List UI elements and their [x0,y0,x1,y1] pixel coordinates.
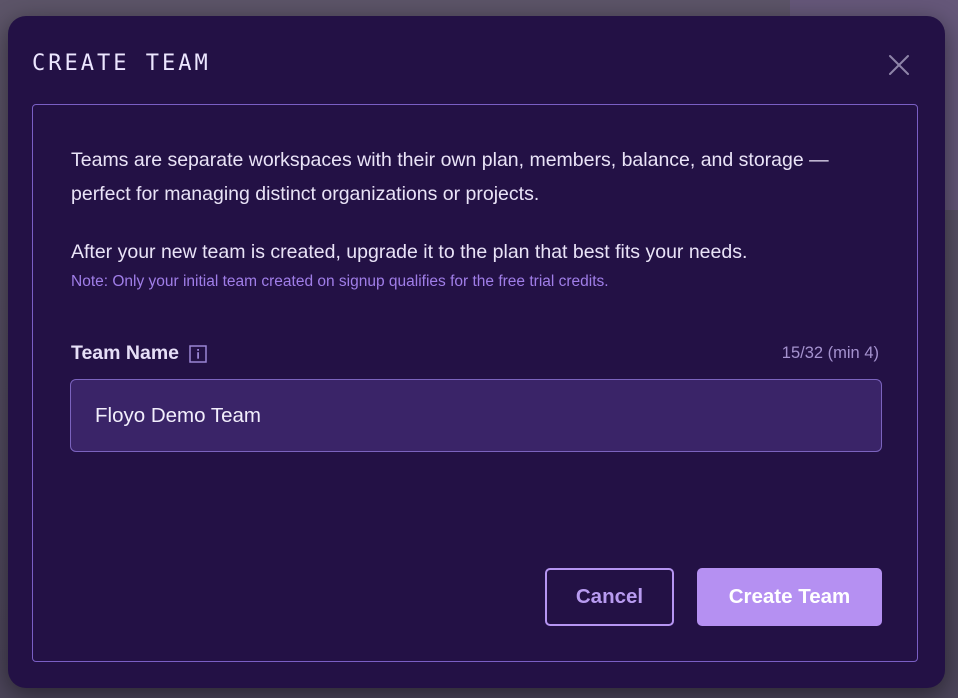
info-icon[interactable] [189,344,207,363]
cancel-button[interactable]: Cancel [545,568,674,626]
team-name-input[interactable] [70,379,882,452]
team-name-label-text: Team Name [71,342,180,364]
upgrade-text: After your new team is created, upgrade … [71,241,748,263]
create-team-button[interactable]: Create Team [697,568,882,626]
trial-note: Note: Only your initial team created on … [71,273,609,290]
close-icon [889,55,909,75]
close-button[interactable] [884,50,914,80]
dialog-body: Teams are separate workspaces with their… [32,104,918,662]
team-name-label: Team Name [71,342,207,365]
create-team-dialog: CREATE TEAM Teams are separate workspace… [8,16,945,688]
dialog-title: CREATE TEAM [32,51,211,76]
description-text: Teams are separate workspaces with their… [71,149,829,205]
character-count: 15/32 (min 4) [781,344,879,362]
